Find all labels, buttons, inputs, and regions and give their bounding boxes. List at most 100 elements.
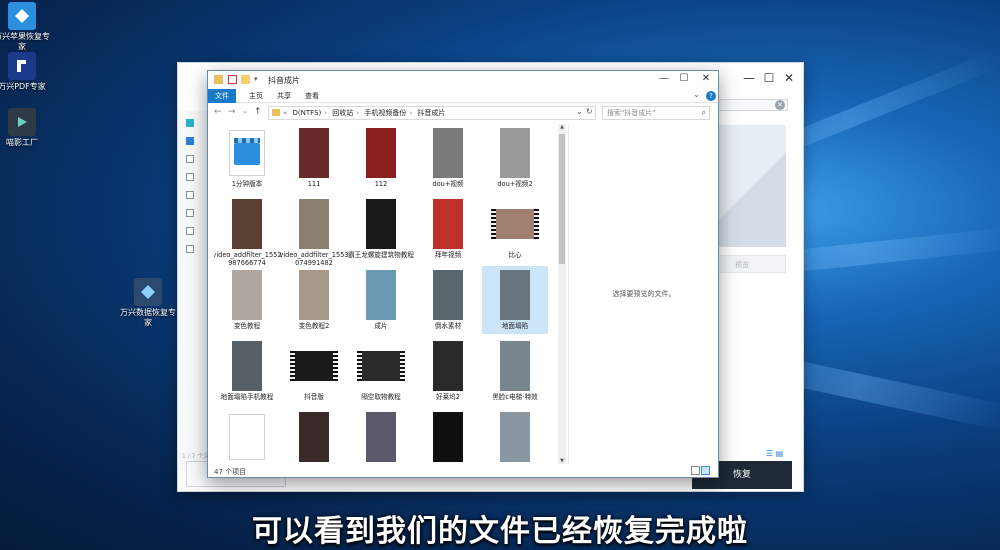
checkbox[interactable] — [186, 209, 194, 217]
search-input[interactable]: 搜索"抖音成片" ⌕ — [602, 106, 710, 120]
desktop-icon-data-recovery[interactable]: 万兴数据恢复专家 — [118, 278, 178, 328]
address-overflow[interactable]: « — [283, 109, 287, 117]
file-item[interactable]: 111 — [281, 124, 347, 192]
checkbox[interactable] — [186, 227, 194, 235]
desktop-icon-pdf[interactable]: 万兴PDF专家 — [0, 52, 52, 92]
expand-ribbon-icon[interactable]: ⌄ — [693, 90, 700, 99]
file-name: 变色教程 — [233, 322, 261, 330]
back-button[interactable]: ← — [214, 107, 222, 117]
breadcrumb-item[interactable]: 手机视频备份 — [364, 109, 406, 117]
desktop-icon-label: 喵影工厂 — [6, 138, 38, 147]
refresh-icon[interactable]: ↻ — [586, 107, 593, 116]
tab-view[interactable]: 查看 — [298, 89, 326, 103]
checkbox[interactable] — [186, 245, 194, 253]
video-thumbnail — [433, 128, 463, 178]
search-icon: ⌕ — [701, 108, 706, 117]
search-input[interactable]: ✕ — [718, 99, 788, 111]
up-button[interactable]: ↑ — [254, 107, 262, 117]
clear-icon[interactable]: ✕ — [775, 100, 785, 110]
video-thumbnail — [366, 270, 396, 320]
file-item[interactable] — [348, 408, 414, 464]
video-thumbnail — [500, 341, 530, 391]
file-item[interactable]: 比心 — [482, 195, 548, 263]
file-item[interactable]: 地面塌陷 — [482, 266, 548, 334]
video-thumbnail — [232, 341, 262, 391]
properties-icon[interactable] — [228, 75, 237, 84]
close-button[interactable]: ✕ — [696, 73, 716, 84]
new-folder-icon[interactable] — [241, 75, 250, 84]
file-name: dou+视频2 — [497, 180, 533, 188]
file-item[interactable]: 霸王龙螺旋建筑物教程 — [348, 195, 414, 263]
file-name: video_addfilter_1553074991482 — [279, 251, 349, 267]
file-item[interactable] — [482, 408, 548, 464]
tab-home[interactable]: 主页 — [242, 89, 270, 103]
title-bar: ▾ 抖音成片 — ☐ ✕ — [208, 71, 718, 89]
video-thumbnail — [299, 270, 329, 320]
file-item[interactable]: 1分钟版本 — [214, 124, 280, 192]
checkbox[interactable] — [186, 119, 194, 127]
checkbox[interactable] — [186, 191, 194, 199]
quick-access-dropdown-icon[interactable]: ▾ — [254, 75, 258, 84]
desktop-icon-apple-recovery[interactable]: 万兴苹果恢复专家 — [0, 2, 52, 52]
breadcrumb-item[interactable]: 抖音成片 — [417, 109, 445, 117]
tab-file[interactable]: 文件 — [208, 89, 236, 103]
checkbox[interactable] — [186, 173, 194, 181]
file-name: video_addfilter_1552987666774 — [214, 251, 282, 267]
file-item[interactable]: 成片 — [348, 266, 414, 334]
tab-share[interactable]: 共享 — [270, 89, 298, 103]
recent-locations-button[interactable]: ⌄ — [242, 107, 248, 115]
scroll-down-icon[interactable]: ▼ — [558, 458, 566, 464]
file-item[interactable]: video_addfilter_1553074991482 — [279, 195, 349, 267]
desktop-icon-label: 万兴苹果恢复专家 — [0, 32, 50, 51]
scroll-up-icon[interactable]: ▲ — [558, 124, 566, 130]
file-item[interactable]: 黑脸c电梯-特效 — [482, 337, 548, 405]
minimize-button[interactable]: — — [654, 73, 674, 84]
file-explorer-window: ▾ 抖音成片 — ☐ ✕ 文件 主页 共享 查看 ⌄ ? ← → ⌄ ↑ « D… — [207, 70, 719, 478]
file-item[interactable]: 抖音版 — [281, 337, 347, 405]
file-item[interactable] — [415, 408, 481, 464]
checkbox[interactable] — [186, 137, 194, 145]
breadcrumb-item[interactable]: 回收站 — [332, 109, 353, 117]
address-dropdown-icon[interactable]: ⌄ — [576, 107, 583, 116]
desktop-icon-label: 万兴PDF专家 — [0, 82, 46, 91]
file-item[interactable]: 倒水素材 — [415, 266, 481, 334]
scrollbar[interactable]: ▲ ▼ — [558, 124, 566, 464]
file-name: 拜年视频 — [434, 251, 462, 259]
minimize-button[interactable]: — — [740, 71, 758, 85]
file-item[interactable]: 变色教程 — [214, 266, 280, 334]
checkbox[interactable] — [186, 155, 194, 163]
file-item[interactable]: 地面塌陷手机教程 — [214, 337, 280, 405]
file-name: dou+视频 — [432, 180, 464, 188]
close-button[interactable]: ✕ — [780, 71, 798, 85]
preview-message: 选择要预览的文件。 — [612, 290, 676, 298]
details-view-icon[interactable] — [691, 466, 700, 475]
video-thumbnail — [433, 270, 463, 320]
file-item[interactable]: 拜年视频 — [415, 195, 481, 263]
forward-button[interactable]: → — [228, 107, 236, 117]
file-name: 地面塌陷手机教程 — [220, 393, 274, 401]
view-toggle-icon[interactable]: ☰ ▤ — [766, 449, 783, 458]
maximize-button[interactable]: ☐ — [674, 73, 694, 84]
view-switcher — [690, 466, 712, 476]
breadcrumb-item[interactable]: D(NTFS) — [293, 109, 322, 117]
desktop-icon-video-editor[interactable]: 喵影工厂 — [0, 108, 52, 148]
video-thumbnail — [290, 351, 338, 381]
blank-file-icon — [229, 414, 265, 460]
video-thumbnail — [500, 128, 530, 178]
file-item[interactable] — [281, 408, 347, 464]
video-thumbnail — [366, 128, 396, 178]
help-icon[interactable]: ? — [706, 91, 716, 101]
large-icons-view-icon[interactable] — [701, 466, 710, 475]
scrollbar-thumb[interactable] — [559, 134, 565, 264]
address-bar[interactable]: « D(NTFS) › 回收站 › 手机视频备份 › 抖音成片 — [268, 106, 596, 120]
file-item[interactable]: 好莱坞2 — [415, 337, 481, 405]
preview-thumbnail — [718, 125, 786, 247]
maximize-button[interactable]: ☐ — [760, 71, 778, 85]
file-item[interactable]: dou+视频2 — [482, 124, 548, 192]
file-item[interactable]: video_addfilter_1552987666774 — [214, 195, 282, 267]
file-item[interactable]: 112 — [348, 124, 414, 192]
file-item[interactable]: 隔空取物教程 — [348, 337, 414, 405]
file-item[interactable] — [214, 408, 280, 464]
file-item[interactable]: 变色教程2 — [281, 266, 347, 334]
file-item[interactable]: dou+视频 — [415, 124, 481, 192]
